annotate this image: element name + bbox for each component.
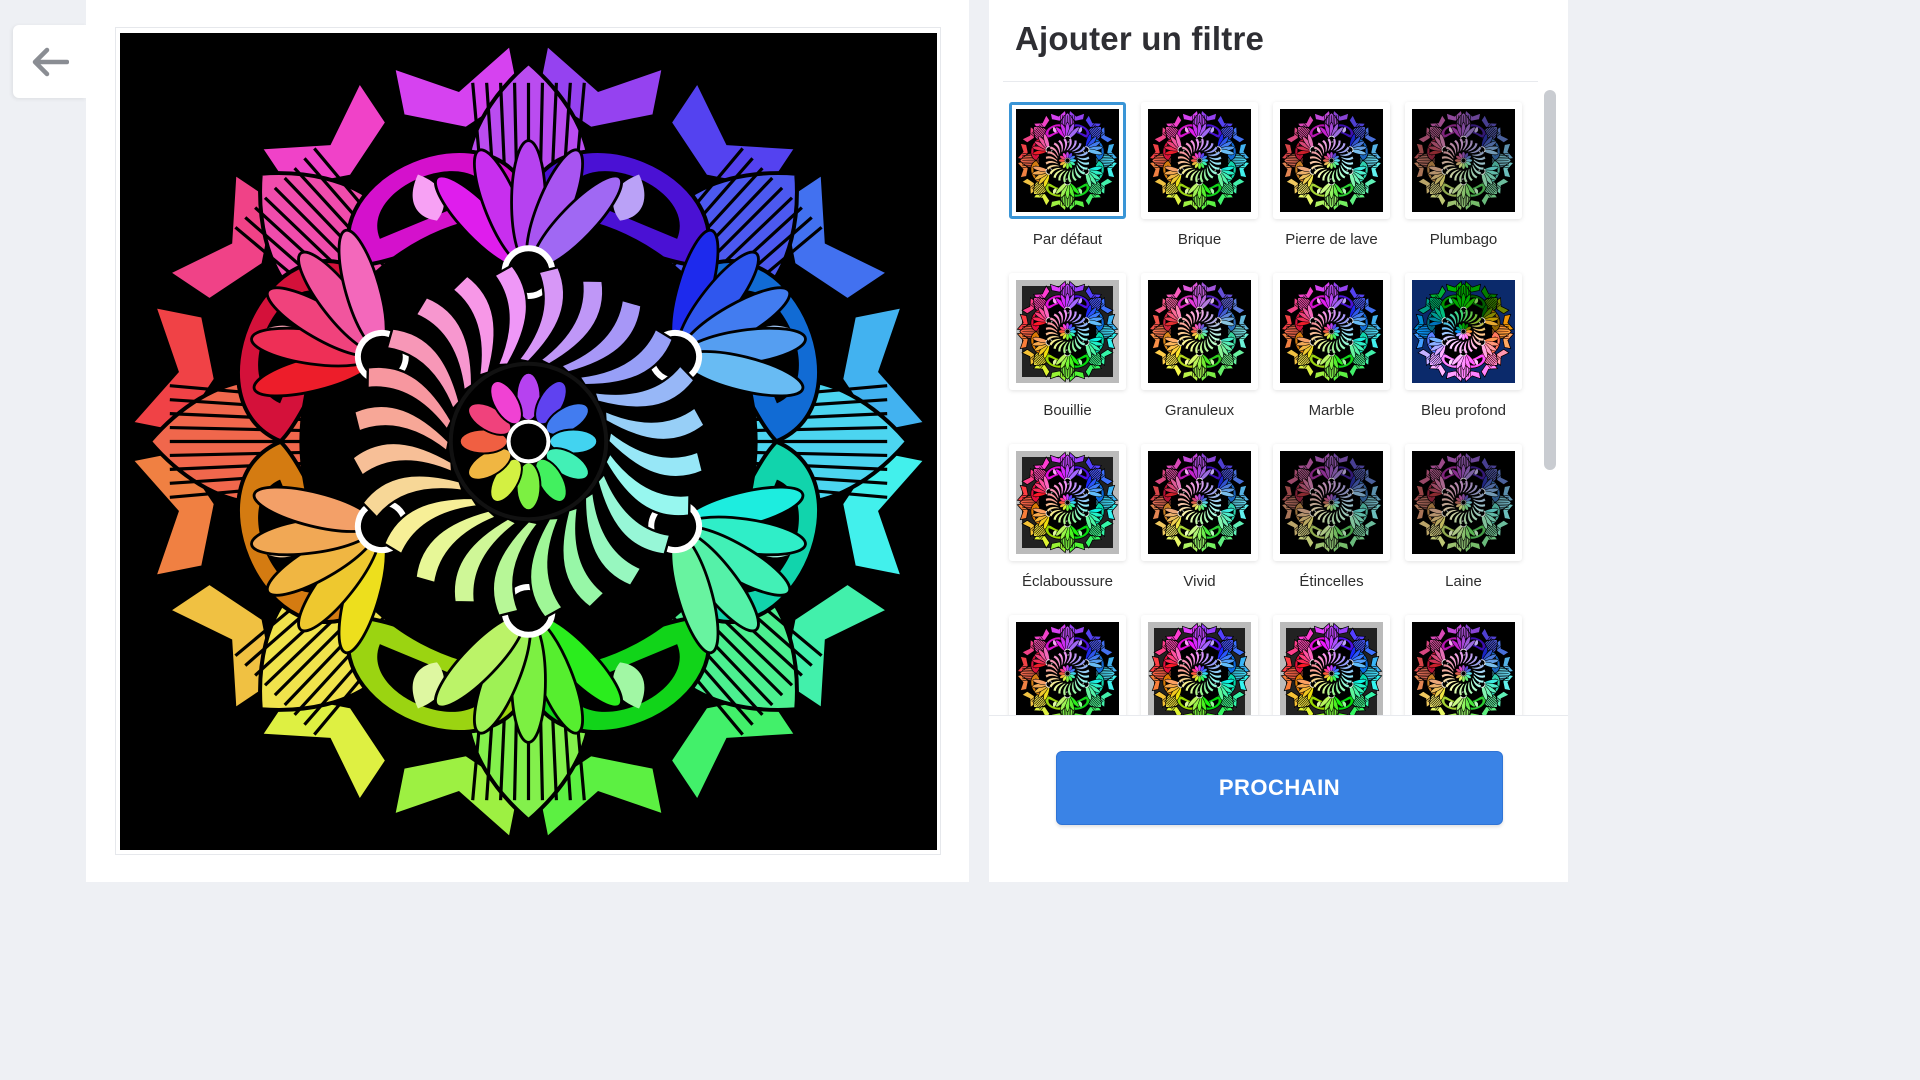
filter-thumbnail — [1141, 615, 1258, 715]
filter-preview — [1412, 109, 1515, 212]
mandala-thumbnail — [1016, 280, 1119, 383]
filter-grid: Par défaut Brique Pierre de lave Plumbago Bo… — [1007, 100, 1524, 715]
filter-item[interactable]: Pierre de lave — [1271, 100, 1392, 271]
filter-label: Vivid — [1183, 573, 1216, 590]
filter-preview — [1412, 622, 1515, 715]
filter-thumbnail — [1273, 102, 1390, 219]
filter-item[interactable]: Plumbago — [1403, 100, 1524, 271]
mandala-image — [127, 40, 930, 843]
mandala-thumbnail — [1148, 451, 1251, 554]
filter-preview — [1016, 109, 1119, 212]
filter-item[interactable] — [1403, 613, 1524, 715]
mandala-thumbnail — [1412, 280, 1515, 383]
filter-thumbnail — [1141, 444, 1258, 561]
filter-label: Brique — [1177, 231, 1222, 248]
filter-label: Éclaboussure — [1022, 573, 1113, 590]
filter-preview — [1412, 451, 1515, 554]
filter-sidebar: Ajouter un filtre Par défaut Brique Pierre… — [989, 0, 1568, 882]
filter-preview — [1280, 622, 1383, 715]
back-button[interactable] — [13, 25, 86, 98]
scrollbar-thumb[interactable] — [1544, 90, 1556, 470]
filter-preview — [1280, 280, 1383, 383]
mandala-thumbnail — [1148, 280, 1251, 383]
mandala-thumbnail — [1280, 451, 1383, 554]
filter-preview — [1016, 451, 1119, 554]
filter-label: Bleu profond — [1420, 402, 1507, 419]
preview-frame — [115, 27, 941, 855]
filter-label: Par défaut — [1032, 231, 1103, 248]
scrollbar[interactable] — [1544, 90, 1556, 715]
filter-item[interactable]: Granuleux — [1139, 271, 1260, 442]
filter-thumbnail — [1405, 102, 1522, 219]
filter-preview — [1280, 109, 1383, 212]
filter-thumbnail — [1009, 615, 1126, 715]
image-preview — [120, 33, 937, 850]
filter-thumbnail — [1273, 273, 1390, 390]
filter-preview — [1016, 280, 1119, 383]
filter-preview — [1280, 451, 1383, 554]
sidebar-title: Ajouter un filtre — [1015, 20, 1265, 57]
filter-label: Plumbago — [1429, 231, 1498, 248]
filter-thumbnail — [1405, 444, 1522, 561]
mandala-thumbnail — [1280, 280, 1383, 383]
footer-divider — [989, 715, 1568, 716]
filter-thumbnail — [1009, 444, 1126, 561]
filter-item[interactable] — [1271, 613, 1392, 715]
filter-list[interactable]: Par défaut Brique Pierre de lave Plumbago Bo… — [989, 82, 1539, 715]
filter-item[interactable]: Éclaboussure — [1007, 442, 1128, 613]
filter-item[interactable]: Laine — [1403, 442, 1524, 613]
filter-preview — [1148, 622, 1251, 715]
mandala-thumbnail — [1148, 109, 1251, 212]
filter-thumbnail — [1273, 615, 1390, 715]
mandala-thumbnail — [1280, 109, 1383, 212]
filter-preview — [1412, 280, 1515, 383]
filter-preview — [1148, 451, 1251, 554]
mandala-thumbnail — [1016, 622, 1119, 715]
filter-label: Laine — [1445, 573, 1482, 590]
mandala-thumbnail — [1412, 109, 1515, 212]
filter-thumbnail — [1009, 273, 1126, 390]
arrow-left-icon — [32, 47, 69, 76]
filter-thumbnail — [1273, 444, 1390, 561]
mandala-thumbnail — [1016, 109, 1119, 212]
filter-thumbnail — [1141, 102, 1258, 219]
filter-label: Granuleux — [1164, 402, 1235, 419]
next-button[interactable]: PROCHAIN — [1056, 751, 1503, 825]
filter-item[interactable]: Vivid — [1139, 442, 1260, 613]
filter-item[interactable]: Bleu profond — [1403, 271, 1524, 442]
filter-label: Marble — [1308, 402, 1355, 419]
filter-label: Bouillie — [1043, 402, 1092, 419]
editor-panel — [86, 0, 969, 882]
mandala-thumbnail — [1280, 622, 1383, 715]
filter-preview — [1148, 109, 1251, 212]
filter-thumbnail — [1405, 273, 1522, 390]
filter-preview — [1016, 622, 1119, 715]
filter-item[interactable]: Par défaut — [1007, 100, 1128, 271]
filter-item[interactable]: Brique — [1139, 100, 1260, 271]
filter-thumbnail — [1141, 273, 1258, 390]
filter-item[interactable] — [1139, 613, 1260, 715]
mandala-thumbnail — [1412, 622, 1515, 715]
filter-item[interactable]: Bouillie — [1007, 271, 1128, 442]
filter-thumbnail — [1405, 615, 1522, 715]
filter-item[interactable] — [1007, 613, 1128, 715]
filter-item[interactable]: Marble — [1271, 271, 1392, 442]
filter-preview — [1148, 280, 1251, 383]
filter-thumbnail — [1009, 102, 1126, 219]
filter-label: Étincelles — [1299, 573, 1364, 590]
filter-label: Pierre de lave — [1285, 231, 1378, 248]
mandala-thumbnail — [1148, 622, 1251, 715]
mandala-thumbnail — [1412, 451, 1515, 554]
mandala-thumbnail — [1016, 451, 1119, 554]
filter-item[interactable]: Étincelles — [1271, 442, 1392, 613]
